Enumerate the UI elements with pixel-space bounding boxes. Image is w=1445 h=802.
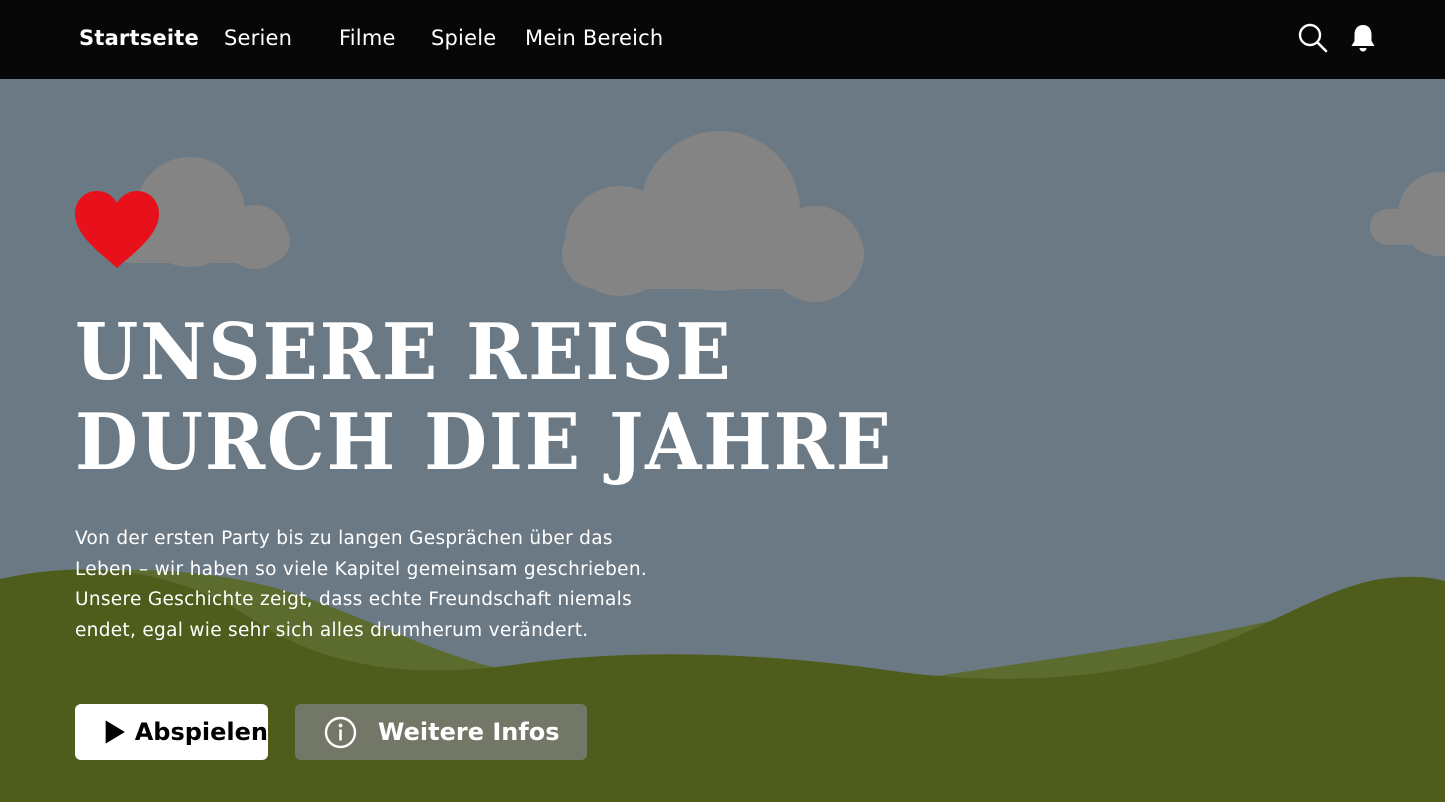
top-navigation-bar: Startseite Serien Filme Spiele Mein Bere… [0,0,1445,79]
hero-banner: UNSERE REISE DURCH DIE JAHRE Von der ers… [0,79,1445,802]
more-info-button[interactable]: Weitere Infos [295,704,587,760]
play-button-label: Abspielen [134,718,268,746]
hero-description: Von der ersten Party bis zu langen Gespr… [75,528,648,641]
nav-item-startseite[interactable]: Startseite [79,24,199,52]
nav-item-mein-bereich[interactable]: Mein Bereich [525,24,663,52]
hero-title-line-2: DURCH DIE JAHRE [75,397,893,488]
play-button[interactable]: Abspielen [75,704,268,760]
bell-icon[interactable] [1347,22,1379,54]
hero-title-line-1: UNSERE REISE [75,307,733,398]
info-icon [324,716,357,748]
nav-item-spiele[interactable]: Spiele [431,24,496,52]
nav-item-filme[interactable]: Filme [339,24,396,52]
nav-item-serien[interactable]: Serien [224,24,292,52]
more-info-button-label: Weitere Infos [378,718,560,746]
play-icon [105,720,125,744]
search-icon[interactable] [1297,22,1329,54]
hero-title: UNSERE REISE DURCH DIE JAHRE [75,308,893,488]
heart-icon [75,191,159,268]
